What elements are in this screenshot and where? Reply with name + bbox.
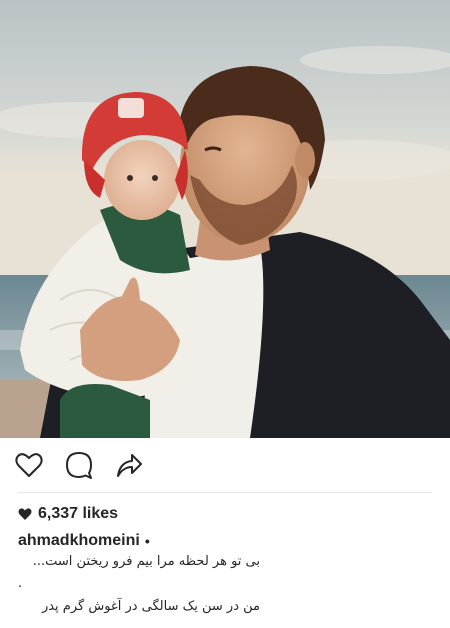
- heart-filled-icon: [18, 508, 32, 520]
- speech-bubble-icon: [66, 452, 92, 479]
- share-arrow-icon: [117, 454, 142, 477]
- caption-line-1: بی تو هر لحظه مرا بیم فرو ریختن است...: [32, 554, 260, 569]
- separator-dot: •: [144, 533, 150, 549]
- divider: [18, 492, 432, 493]
- comment-button[interactable]: [64, 450, 94, 480]
- likes-count[interactable]: 6,337 likes: [18, 503, 118, 525]
- post-actions: [0, 438, 450, 490]
- heart-outline-icon: [15, 453, 43, 477]
- likes-text: 6,337 likes: [38, 505, 119, 522]
- caption-line-2: .: [18, 576, 23, 591]
- author-row: ahmadkhomeini •: [18, 530, 150, 552]
- post-photo[interactable]: [0, 0, 450, 438]
- caption-line-3: من در سن یک سالگی در آغوش گرم پدر: [41, 599, 260, 614]
- like-button[interactable]: [14, 450, 44, 480]
- username-link[interactable]: ahmadkhomeini: [18, 532, 140, 550]
- share-button[interactable]: [114, 450, 144, 480]
